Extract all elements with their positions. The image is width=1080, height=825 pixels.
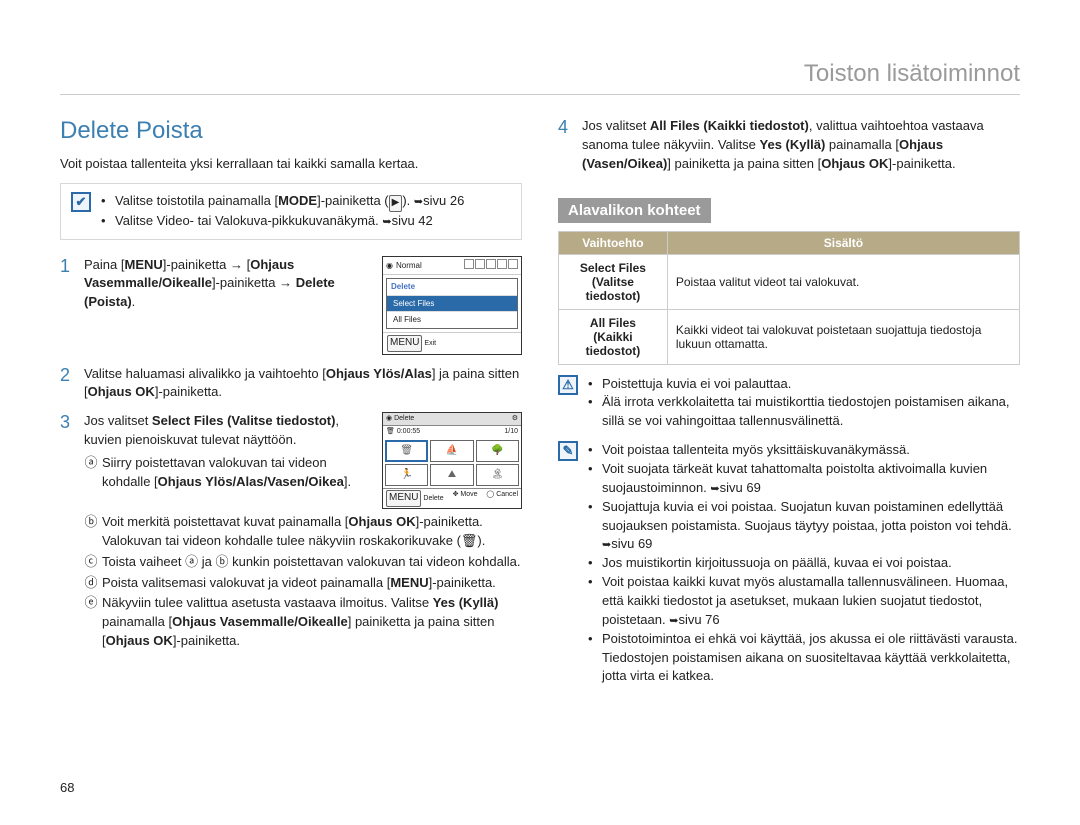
step-1-text: Paina [MENU]-painiketta → [Ohjaus Vasemm… xyxy=(84,256,372,313)
right-column: 4 Jos valitset All Files (Kaikki tiedost… xyxy=(558,117,1020,686)
note-item: Poistotoimintoa ei ehkä voi käyttää, jos… xyxy=(588,630,1020,687)
notes-box: ✎ Voit poistaa tallenteita myös yksittäi… xyxy=(558,441,1020,686)
table-row: Select Files(Valitse tiedostot) Poistaa … xyxy=(559,254,1020,309)
step-number-3: 3 xyxy=(60,412,74,653)
menu-item-all-files: All Files xyxy=(387,311,517,328)
warning-icon: ⚠ xyxy=(558,375,578,395)
step-4-text: Jos valitset All Files (Kaikki tiedostot… xyxy=(582,117,1020,174)
note-item: Voit poistaa tallenteita myös yksittäisk… xyxy=(588,441,1020,460)
note-icon: ✎ xyxy=(558,441,578,461)
thumbnail: 🌳 xyxy=(476,440,519,462)
rec-icon: ◉ xyxy=(386,260,393,272)
substep-c: ⓒToista vaiheet ⓐ ja ⓑ kunkin poistettav… xyxy=(84,553,522,572)
intro-text: Voit poistaa tallenteita yksi kerrallaan… xyxy=(60,155,522,173)
left-column: Delete Poista Voit poistaa tallenteita y… xyxy=(60,117,522,686)
screen-preview-1: ◉Normal Delete Select Files All Files ME… xyxy=(382,256,522,355)
step-number-4: 4 xyxy=(558,117,572,174)
thumbnail-selected: 🗑 xyxy=(385,440,428,462)
trash-icon: 🗑 xyxy=(461,533,478,548)
thumbnail: 🏝 xyxy=(476,464,519,486)
step-3-text: Jos valitset Select Files (Valitse tiedo… xyxy=(84,412,372,493)
step-number-1: 1 xyxy=(60,256,74,355)
prereq-item-1: Valitse toistotila painamalla [MODE]-pai… xyxy=(101,192,511,212)
warning-item: Poistettuja kuvia ei voi palauttaa. xyxy=(588,375,1020,394)
th-option: Vaihtoehto xyxy=(559,231,668,254)
substep-e: ⓔNäkyviin tulee valittua asetusta vastaa… xyxy=(84,594,522,651)
thumbnail: ⛵ xyxy=(430,440,473,462)
menu-item-select-files: Select Files xyxy=(387,295,517,312)
options-table: Vaihtoehto Sisältö Select Files(Valitse … xyxy=(558,231,1020,365)
note-item: Voit suojata tärkeät kuvat tahattomalta … xyxy=(588,460,1020,498)
play-mode-icon: ▶ xyxy=(389,195,403,212)
th-content: Sisältö xyxy=(667,231,1019,254)
subsection-title: Alavalikon kohteet xyxy=(558,198,711,223)
prereq-item-2: Valitse Video- tai Valokuva-pikkukuvanäk… xyxy=(101,212,511,231)
substep-d: ⓓPoista valitsemasi valokuvat ja videot … xyxy=(84,574,522,593)
step-2-text: Valitse haluamasi alivalikko ja vaihtoeh… xyxy=(84,365,522,403)
table-row: All Files(Kaikki tiedostot) Kaikki video… xyxy=(559,309,1020,364)
prerequisite-box: ✔ Valitse toistotila painamalla [MODE]-p… xyxy=(60,183,522,239)
substep-a: ⓐSiirry poistettavan valokuvan tai video… xyxy=(84,454,372,492)
page-number: 68 xyxy=(60,780,74,795)
step-number-2: 2 xyxy=(60,365,74,403)
warning-box: ⚠ Poistettuja kuvia ei voi palauttaa. Äl… xyxy=(558,375,1020,432)
thumbnail: ⛰ xyxy=(430,464,473,486)
thumbnail: 🏃 xyxy=(385,464,428,486)
warning-item: Älä irrota verkkolaitetta tai muistikort… xyxy=(588,393,1020,431)
note-item: Suojattuja kuvia ei voi poistaa. Suojatu… xyxy=(588,498,1020,555)
section-title: Delete Poista xyxy=(60,117,522,145)
menu-title: Delete xyxy=(387,279,517,295)
screen-preview-2: ◉ Delete⚙ 🗑 0:00:551/10 🗑 ⛵ 🌳 🏃 ⛰ 🏝 xyxy=(382,412,522,509)
check-icon: ✔ xyxy=(71,192,91,212)
note-item: Voit poistaa kaikki kuvat myös alustamal… xyxy=(588,573,1020,630)
chapter-title: Toiston lisätoiminnot xyxy=(60,60,1020,95)
note-item: Jos muistikortin kirjoitussuoja on pääll… xyxy=(588,554,1020,573)
substep-b: ⓑVoit merkitä poistettavat kuvat painama… xyxy=(84,513,522,551)
